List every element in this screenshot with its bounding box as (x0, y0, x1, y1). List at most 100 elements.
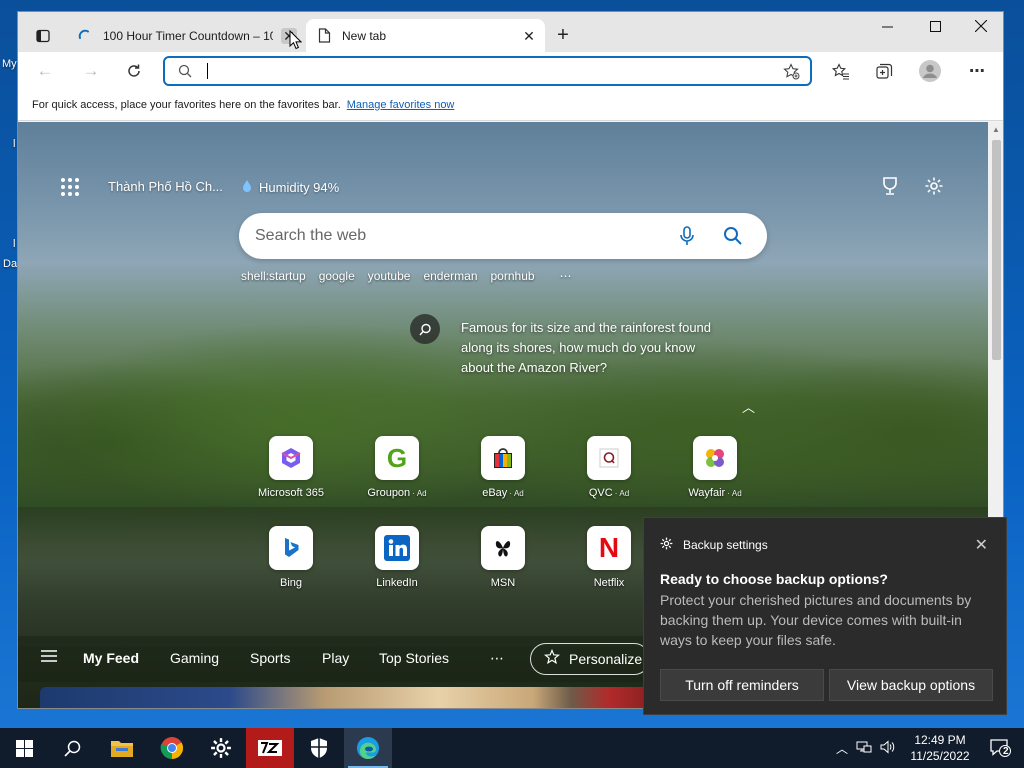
notification-body: Protect your cherished pictures and docu… (660, 592, 972, 648)
feed-menu-icon[interactable] (40, 649, 58, 666)
personalize-button[interactable]: Personalize (530, 643, 650, 675)
action-center-icon[interactable]: 2 (976, 728, 1024, 768)
page-icon (316, 28, 332, 44)
scrollbar-thumb[interactable] (992, 140, 1001, 360)
quick-link[interactable]: shell:startup (241, 269, 306, 283)
forward-icon[interactable]: → (78, 59, 104, 83)
tile-wayfair[interactable]: Wayfair · Ad (670, 436, 760, 499)
app-launcher-icon[interactable] (61, 178, 79, 196)
address-bar[interactable] (163, 56, 812, 86)
clock-time: 12:49 PM (914, 733, 966, 747)
back-icon[interactable]: ← (32, 59, 58, 83)
tile-netflix[interactable]: N Netflix (564, 526, 654, 589)
file-explorer-icon[interactable] (98, 728, 146, 768)
volume-icon[interactable] (880, 739, 896, 757)
rewards-icon[interactable] (880, 176, 900, 199)
loading-spinner-icon (77, 28, 93, 44)
collections-icon[interactable] (871, 59, 897, 83)
search-icon[interactable] (723, 226, 742, 248)
close-tab-icon[interactable]: ✕ (521, 28, 537, 44)
web-search-box[interactable]: Search the web (239, 213, 767, 259)
weather-widget[interactable]: Humidity 94% (241, 179, 339, 196)
quick-link[interactable]: google (319, 269, 355, 283)
taskbar-search-icon[interactable] (48, 728, 96, 768)
chrome-icon[interactable] (148, 728, 196, 768)
tile-label: Bing (279, 577, 303, 589)
profile-avatar-icon[interactable] (917, 59, 943, 83)
tile-label: Netflix (593, 577, 625, 589)
close-notification-icon[interactable]: ✕ (975, 535, 988, 555)
tile-label: LinkedIn (376, 577, 418, 589)
tab-new-tab[interactable]: New tab ✕ (306, 19, 545, 52)
tab-title: New tab (342, 28, 387, 43)
search-placeholder: Search the web (255, 227, 367, 244)
fact-text: Famous for its size and the rainforest f… (461, 320, 712, 375)
quick-link[interactable]: pornhub (491, 269, 535, 283)
personalize-label: Personalize (569, 651, 643, 667)
new-tab-button[interactable]: + (551, 24, 575, 48)
tile-label: QVC · Ad (588, 487, 630, 499)
network-icon[interactable] (856, 740, 872, 757)
notification-header: Backup settings (660, 537, 768, 553)
tile-microsoft-365[interactable]: Microsoft 365 (246, 436, 336, 499)
quick-link[interactable]: youtube (368, 269, 411, 283)
tile-msn[interactable]: MSN (458, 526, 548, 589)
favorites-bar-hint: For quick access, place your favorites h… (32, 99, 341, 111)
feed-tab-my-feed[interactable]: My Feed (83, 650, 139, 666)
tab-title: 100 Hour Timer Countdown – 10 (103, 28, 273, 43)
gear-icon (660, 537, 673, 553)
sparkle-icon (543, 648, 561, 670)
start-button[interactable] (0, 728, 48, 768)
netflix-icon: N (587, 526, 631, 570)
feed-tab-play[interactable]: Play (322, 650, 349, 666)
system-clock[interactable]: 12:49 PM 11/25/2022 (908, 732, 972, 764)
linkedin-icon (375, 526, 419, 570)
favorites-icon[interactable] (828, 59, 854, 83)
manage-favorites-link[interactable]: Manage favorites now (347, 99, 455, 111)
tile-ebay[interactable]: eBay · Ad (458, 436, 548, 499)
page-settings-icon[interactable] (924, 176, 944, 199)
edge-icon[interactable] (344, 728, 392, 768)
desktop-icon-label: Da (3, 258, 18, 270)
system-tray: ︿ (836, 728, 896, 768)
groupon-icon: G (375, 436, 419, 480)
more-options-icon[interactable]: ⋯ (964, 59, 990, 83)
turn-off-reminders-button[interactable]: Turn off reminders (660, 669, 824, 701)
quick-links: shell:startup google youtube enderman po… (241, 269, 572, 283)
qvc-icon (587, 436, 631, 480)
add-favorite-icon[interactable] (783, 63, 800, 83)
wayfair-icon (693, 436, 737, 480)
tile-groupon[interactable]: G Groupon · Ad (352, 436, 442, 499)
more-feed-tabs-icon[interactable]: ⋯ (490, 650, 504, 667)
desktop-icon-label: l (13, 238, 16, 250)
clock-date: 11/25/2022 (910, 749, 970, 763)
feed-tab-top-stories[interactable]: Top Stories (379, 650, 449, 666)
windows-security-icon[interactable] (295, 728, 343, 768)
desktop-icon-label: l (13, 138, 16, 150)
tile-bing[interactable]: Bing (246, 526, 336, 589)
close-icon[interactable] (958, 12, 1003, 40)
backup-notification: Backup settings ✕ Ready to choose backup… (643, 517, 1007, 715)
show-hidden-icons-chevron-icon[interactable]: ︿ (836, 740, 848, 757)
minimize-icon[interactable] (864, 12, 910, 40)
location-label[interactable]: Thành Phố Hồ Ch... (108, 179, 223, 194)
tab-actions-icon[interactable] (30, 24, 56, 48)
settings-gear-icon[interactable] (197, 728, 245, 768)
scroll-up-arrow-icon[interactable]: ▲ (992, 125, 1000, 134)
7zip-icon[interactable] (246, 728, 294, 768)
text-cursor (207, 63, 208, 79)
microphone-icon[interactable] (679, 226, 695, 249)
tile-label: Wayfair · Ad (688, 487, 742, 499)
tile-label: Groupon · Ad (367, 487, 427, 499)
tile-qvc[interactable]: QVC · Ad (564, 436, 654, 499)
chevron-up-icon[interactable]: ︿ (742, 397, 755, 416)
refresh-icon[interactable] (121, 59, 147, 83)
quick-link[interactable]: enderman (423, 269, 477, 283)
tile-linkedin[interactable]: LinkedIn (352, 526, 442, 589)
feed-tab-gaming[interactable]: Gaming (170, 650, 219, 666)
maximize-icon[interactable] (912, 12, 958, 40)
feed-tab-sports[interactable]: Sports (250, 650, 290, 666)
tab-timer[interactable]: 100 Hour Timer Countdown – 10 ✕ (67, 19, 305, 52)
more-quick-links-icon[interactable]: ⋯ (560, 269, 572, 283)
view-backup-options-button[interactable]: View backup options (829, 669, 993, 701)
